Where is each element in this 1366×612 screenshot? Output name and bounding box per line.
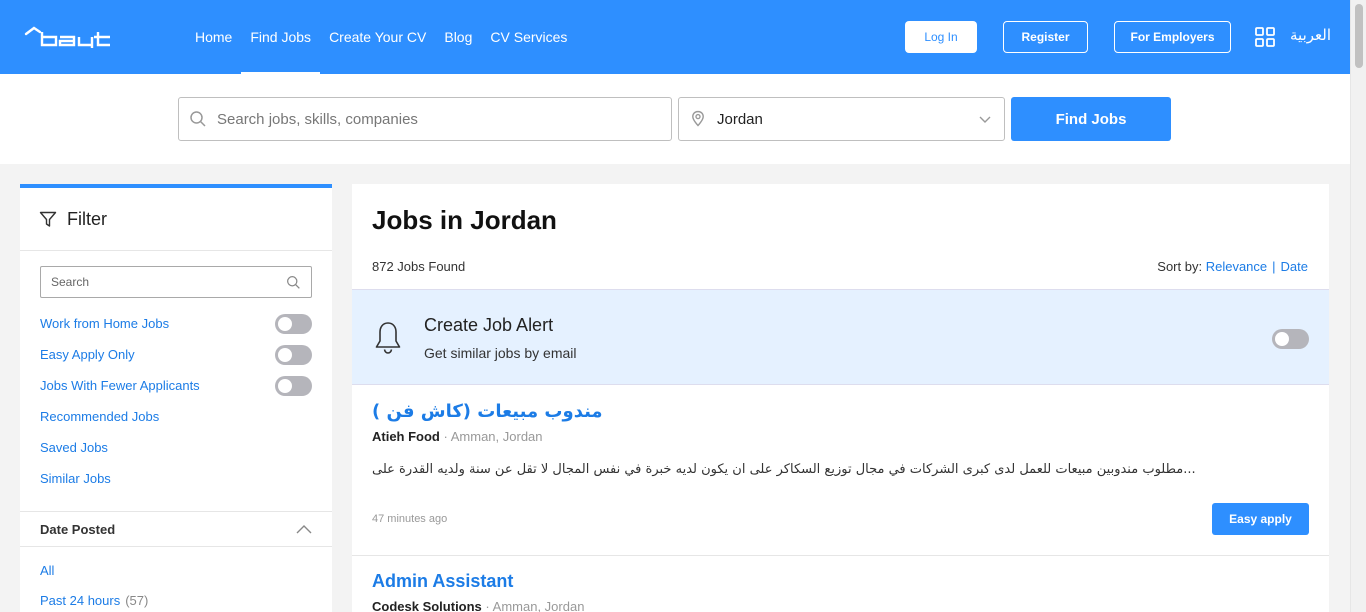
filter-option: Saved Jobs — [40, 432, 312, 463]
job-description: مطلوب مندوبين مبيعات للعمل لدى كبرى الشر… — [372, 462, 1196, 477]
filter-fewer-applicants[interactable]: Jobs With Fewer Applicants — [40, 378, 200, 393]
filter-option: Jobs With Fewer Applicants — [40, 370, 312, 401]
filter-search-field[interactable] — [40, 266, 312, 298]
filter-similar-jobs[interactable]: Similar Jobs — [40, 471, 111, 486]
job-card: مندوب مبيعات (كاش فن ) Atieh Food · Amma… — [352, 386, 1329, 556]
scrollbar-thumb[interactable] — [1355, 4, 1363, 68]
chevron-down-icon — [979, 116, 991, 123]
job-alert-title: Create Job Alert — [424, 315, 554, 335]
nav-cv-services[interactable]: CV Services — [481, 0, 576, 74]
search-icon[interactable] — [286, 275, 301, 290]
top-navigation-bar: Home Find Jobs Create Your CV Blog CV Se… — [0, 0, 1350, 74]
register-button[interactable]: Register — [1003, 21, 1088, 53]
date-option-count: (57) — [125, 592, 149, 608]
job-alert-banner: Create Job Alert Get similar jobs by ema… — [352, 289, 1329, 385]
date-posted-title: Date Posted — [40, 521, 116, 537]
nav-create-cv[interactable]: Create Your CV — [320, 0, 435, 74]
filter-header: Filter — [20, 188, 332, 251]
page-scrollbar[interactable] — [1350, 0, 1366, 612]
job-meta-separator: · — [485, 599, 493, 612]
filter-option: Recommended Jobs — [40, 401, 312, 432]
filter-options: Work from Home Jobs Easy Apply Only Jobs… — [20, 308, 332, 494]
job-location: Amman, Jordan — [492, 599, 585, 612]
search-bar: Find Jobs — [0, 74, 1350, 164]
job-title-link[interactable]: Admin Assistant — [372, 571, 513, 592]
sort-date-link[interactable]: Date — [1281, 259, 1308, 274]
nav-find-jobs[interactable]: Find Jobs — [241, 0, 320, 74]
sort-relevance-link[interactable]: Relevance — [1206, 259, 1267, 274]
filter-work-from-home[interactable]: Work from Home Jobs — [40, 316, 169, 331]
sort-controls: Sort by: Relevance | Date — [1157, 259, 1308, 274]
find-jobs-button[interactable]: Find Jobs — [1011, 97, 1171, 141]
language-switch[interactable]: العربية — [1290, 26, 1331, 44]
search-icon — [190, 111, 206, 127]
job-company[interactable]: Atieh Food — [372, 429, 440, 444]
keyword-search-field[interactable] — [178, 97, 672, 141]
job-meta-separator: · — [443, 429, 451, 444]
filter-recommended-jobs[interactable]: Recommended Jobs — [40, 409, 159, 424]
location-select[interactable] — [678, 97, 1005, 141]
date-option-all[interactable]: All — [40, 563, 54, 578]
filter-search-input[interactable] — [51, 275, 286, 289]
for-employers-button[interactable]: For Employers — [1114, 21, 1231, 53]
sort-separator: | — [1272, 259, 1276, 274]
fewer-applicants-toggle[interactable] — [275, 375, 312, 396]
filter-title: Filter — [67, 208, 107, 229]
sort-label: Sort by: — [1157, 259, 1203, 274]
easy-apply-toggle[interactable] — [275, 344, 312, 365]
filter-saved-jobs[interactable]: Saved Jobs — [40, 440, 108, 455]
keyword-search-input[interactable] — [217, 110, 671, 128]
job-alert-toggle[interactable] — [1272, 329, 1309, 349]
job-card: Admin Assistant Codesk Solutions · Amman… — [352, 556, 1329, 612]
page-title: Jobs in Jordan — [372, 205, 557, 235]
date-option: Past 24 hours (57) — [40, 585, 312, 612]
job-posted-time: 47 minutes ago — [372, 513, 448, 525]
job-company[interactable]: Codesk Solutions — [372, 599, 482, 612]
funnel-icon — [39, 211, 57, 227]
date-option-past-24-hours[interactable]: Past 24 hours — [40, 593, 120, 608]
job-results-panel: Jobs in Jordan 872 Jobs Found Sort by: R… — [352, 184, 1329, 612]
location-input[interactable] — [717, 110, 978, 128]
grid-icon[interactable] — [1255, 27, 1275, 47]
filter-sidebar: Filter Work from Home Jobs Easy Apply On… — [20, 184, 332, 612]
bayt-logo[interactable] — [24, 26, 114, 48]
date-posted-header[interactable]: Date Posted — [20, 511, 332, 547]
date-posted-options: All Past 24 hours (57) — [20, 547, 332, 612]
nav-blog[interactable]: Blog — [435, 0, 481, 74]
filter-option: Work from Home Jobs — [40, 308, 312, 339]
bell-icon — [375, 322, 401, 354]
filter-option: Easy Apply Only — [40, 339, 312, 370]
job-meta: Atieh Food · Amman, Jordan — [372, 429, 543, 444]
work-from-home-toggle[interactable] — [275, 313, 312, 334]
job-location: Amman, Jordan — [450, 429, 543, 444]
filter-option: Similar Jobs — [40, 463, 312, 494]
job-alert-subtitle: Get similar jobs by email — [424, 345, 577, 361]
filter-easy-apply[interactable]: Easy Apply Only — [40, 347, 135, 362]
job-title-link[interactable]: مندوب مبيعات (كاش فن ) — [372, 401, 603, 422]
job-meta: Codesk Solutions · Amman, Jordan — [372, 599, 584, 612]
main-nav: Home Find Jobs Create Your CV Blog CV Se… — [186, 0, 576, 74]
nav-home[interactable]: Home — [186, 0, 241, 74]
chevron-up-icon[interactable] — [296, 524, 312, 534]
jobs-found-count: 872 Jobs Found — [372, 259, 466, 274]
date-option: All — [40, 555, 312, 585]
location-pin-icon — [692, 110, 704, 127]
login-button[interactable]: Log In — [905, 21, 977, 53]
easy-apply-button[interactable]: Easy apply — [1212, 503, 1309, 535]
